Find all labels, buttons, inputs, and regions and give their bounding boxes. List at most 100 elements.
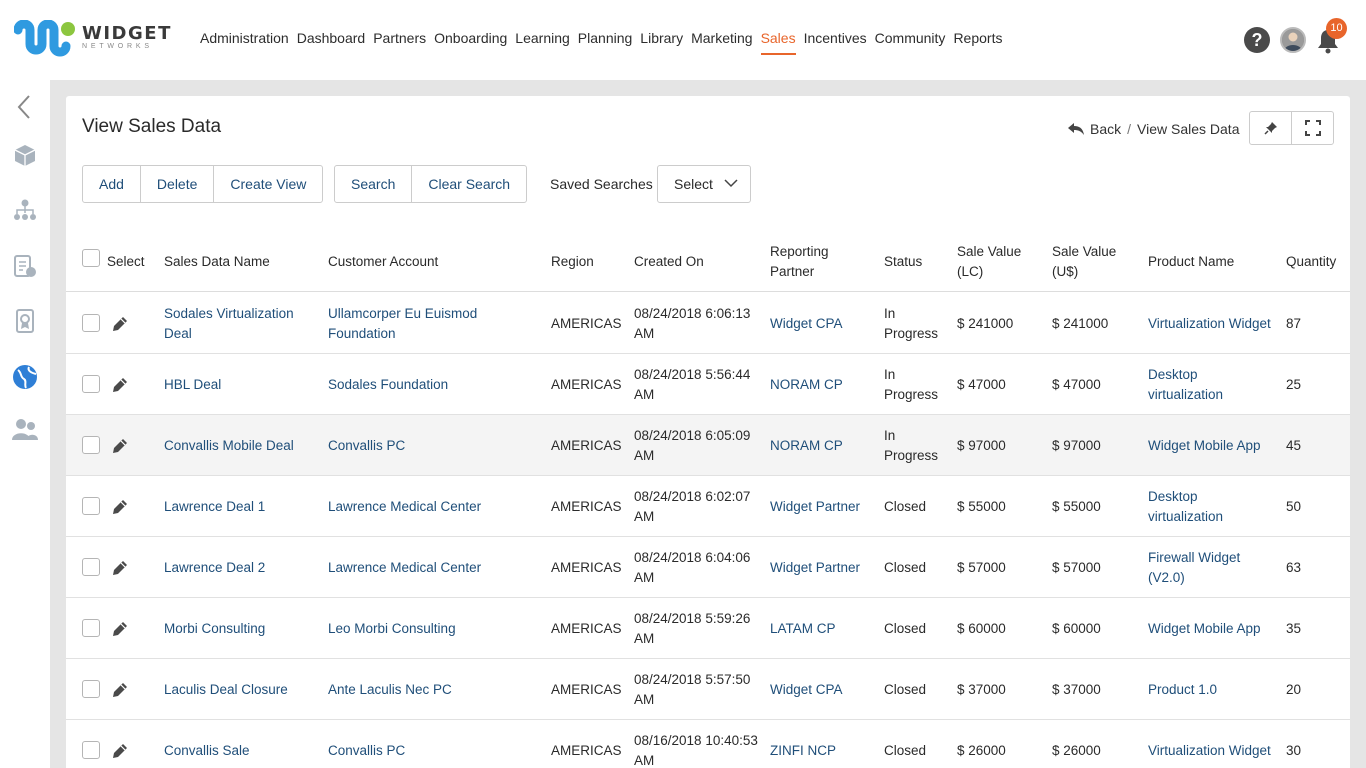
cell-sales-name[interactable]: HBL Deal <box>164 354 314 415</box>
nav-item-community[interactable]: Community <box>875 30 946 55</box>
cell-product-name[interactable]: Product 1.0 <box>1148 659 1274 720</box>
cell-sales-name[interactable]: Lawrence Deal 1 <box>164 476 314 537</box>
saved-searches-select[interactable]: Select <box>657 165 751 203</box>
edit-pencil-icon[interactable] <box>110 436 130 456</box>
nav-item-incentives[interactable]: Incentives <box>804 30 867 55</box>
cell-customer-account[interactable]: Ullamcorper Eu Euismod Foundation <box>328 293 528 354</box>
cell-customer-account[interactable]: Convallis PC <box>328 415 528 476</box>
cell-product-name[interactable]: Firewall Widget (V2.0) <box>1148 537 1274 598</box>
saved-searches-value: Select <box>674 176 713 192</box>
fullscreen-button[interactable] <box>1291 111 1334 145</box>
search-button[interactable]: Search <box>335 166 413 202</box>
nav-item-sales[interactable]: Sales <box>760 30 796 55</box>
cell-product-name[interactable]: Widget Mobile App <box>1148 415 1274 476</box>
row-select-checkbox[interactable] <box>82 619 100 637</box>
row-select-checkbox[interactable] <box>82 558 100 576</box>
row-select-checkbox[interactable] <box>82 314 100 332</box>
row-select-checkbox[interactable] <box>82 680 100 698</box>
edit-pencil-icon[interactable] <box>110 558 130 578</box>
box-icon[interactable] <box>12 142 38 168</box>
edit-pencil-icon[interactable] <box>110 497 130 517</box>
cell-reporting-partner[interactable]: NORAM CP <box>770 354 870 415</box>
cell-sale-value-us: $ 47000 <box>1052 376 1101 392</box>
cell-customer-account[interactable]: Ante Laculis Nec PC <box>328 659 528 720</box>
main-panel: View Sales Data Back / View Sales Data A… <box>66 96 1350 768</box>
org-chart-icon[interactable] <box>12 197 38 223</box>
edit-pencil-icon[interactable] <box>110 314 130 334</box>
col-header-product[interactable]: Product Name <box>1148 232 1234 292</box>
col-header-name[interactable]: Sales Data Name <box>164 232 270 292</box>
cell-quantity: 25 <box>1286 376 1302 392</box>
cell-product-name[interactable]: Virtualization Widget <box>1148 720 1274 768</box>
col-header-created[interactable]: Created On <box>634 232 704 292</box>
cell-reporting-partner[interactable]: Widget CPA <box>770 293 870 354</box>
cell-sales-name[interactable]: Convallis Mobile Deal <box>164 415 314 476</box>
col-header-status[interactable]: Status <box>884 232 922 292</box>
cell-reporting-partner[interactable]: NORAM CP <box>770 415 870 476</box>
user-avatar[interactable] <box>1280 27 1306 53</box>
clear-search-button[interactable]: Clear Search <box>412 166 526 202</box>
table-header: Select Sales Data Name Customer Account … <box>66 232 1350 292</box>
cell-region: AMERICAS <box>551 681 622 697</box>
nav-item-onboarding[interactable]: Onboarding <box>434 30 507 55</box>
cell-reporting-partner[interactable]: ZINFI NCP <box>770 720 870 768</box>
edit-pencil-icon[interactable] <box>110 619 130 639</box>
cell-sales-name[interactable]: Convallis Sale <box>164 720 314 768</box>
nav-item-dashboard[interactable]: Dashboard <box>297 30 366 55</box>
cell-sales-name[interactable]: Morbi Consulting <box>164 598 314 659</box>
col-header-qty[interactable]: Quantity <box>1286 232 1336 292</box>
cell-sale-value-lc: $ 241000 <box>957 315 1014 331</box>
pin-button[interactable] <box>1249 111 1292 145</box>
row-select-checkbox[interactable] <box>82 497 100 515</box>
add-button[interactable]: Add <box>83 166 141 202</box>
row-select-checkbox[interactable] <box>82 375 100 393</box>
delete-button[interactable]: Delete <box>141 166 215 202</box>
nav-item-learning[interactable]: Learning <box>515 30 570 55</box>
cell-product-name[interactable]: Desktop virtualization <box>1148 476 1274 537</box>
certificate-icon[interactable] <box>12 308 38 334</box>
select-all-checkbox[interactable] <box>82 249 100 267</box>
cell-product-name[interactable]: Desktop virtualization <box>1148 354 1274 415</box>
cell-customer-account[interactable]: Lawrence Medical Center <box>328 476 528 537</box>
nav-item-reports[interactable]: Reports <box>953 30 1002 55</box>
cell-reporting-partner[interactable]: Widget Partner <box>770 476 870 537</box>
users-icon[interactable] <box>12 416 38 442</box>
row-select-checkbox[interactable] <box>82 436 100 454</box>
nav-item-partners[interactable]: Partners <box>373 30 426 55</box>
nav-item-administration[interactable]: Administration <box>200 30 289 55</box>
nav-item-library[interactable]: Library <box>640 30 683 55</box>
col-header-us[interactable]: Sale Value (U$) <box>1052 232 1132 292</box>
cell-reporting-partner[interactable]: Widget CPA <box>770 659 870 720</box>
cell-product-name[interactable]: Virtualization Widget <box>1148 293 1274 354</box>
nav-item-marketing[interactable]: Marketing <box>691 30 752 55</box>
create-view-button[interactable]: Create View <box>214 166 322 202</box>
col-header-lc[interactable]: Sale Value (LC) <box>957 232 1037 292</box>
table-row: Convallis Sale Convallis PC AMERICAS 08/16/… <box>66 720 1350 768</box>
col-header-region[interactable]: Region <box>551 232 594 292</box>
back-arrow-icon[interactable] <box>1068 123 1084 135</box>
edit-pencil-icon[interactable] <box>110 741 130 761</box>
globe-icon[interactable] <box>12 364 38 390</box>
collapse-arrow-icon[interactable] <box>12 94 38 120</box>
document-dollar-icon[interactable] <box>12 253 38 279</box>
cell-customer-account[interactable]: Lawrence Medical Center <box>328 537 528 598</box>
cell-customer-account[interactable]: Convallis PC <box>328 720 528 768</box>
cell-sale-value-lc: $ 37000 <box>957 681 1006 697</box>
cell-reporting-partner[interactable]: LATAM CP <box>770 598 870 659</box>
cell-sales-name[interactable]: Laculis Deal Closure <box>164 659 314 720</box>
col-header-customer[interactable]: Customer Account <box>328 232 438 292</box>
row-select-checkbox[interactable] <box>82 741 100 759</box>
cell-sales-name[interactable]: Sodales Virtualization Deal <box>164 293 314 354</box>
help-icon[interactable]: ? <box>1244 27 1270 53</box>
col-header-partner[interactable]: Reporting Partner <box>770 232 858 292</box>
cell-reporting-partner[interactable]: Widget Partner <box>770 537 870 598</box>
cell-product-name[interactable]: Widget Mobile App <box>1148 598 1274 659</box>
cell-region: AMERICAS <box>551 498 622 514</box>
nav-item-planning[interactable]: Planning <box>578 30 633 55</box>
edit-pencil-icon[interactable] <box>110 375 130 395</box>
breadcrumb-back-link[interactable]: Back <box>1090 121 1121 137</box>
edit-pencil-icon[interactable] <box>110 680 130 700</box>
cell-sales-name[interactable]: Lawrence Deal 2 <box>164 537 314 598</box>
cell-customer-account[interactable]: Sodales Foundation <box>328 354 528 415</box>
cell-customer-account[interactable]: Leo Morbi Consulting <box>328 598 528 659</box>
